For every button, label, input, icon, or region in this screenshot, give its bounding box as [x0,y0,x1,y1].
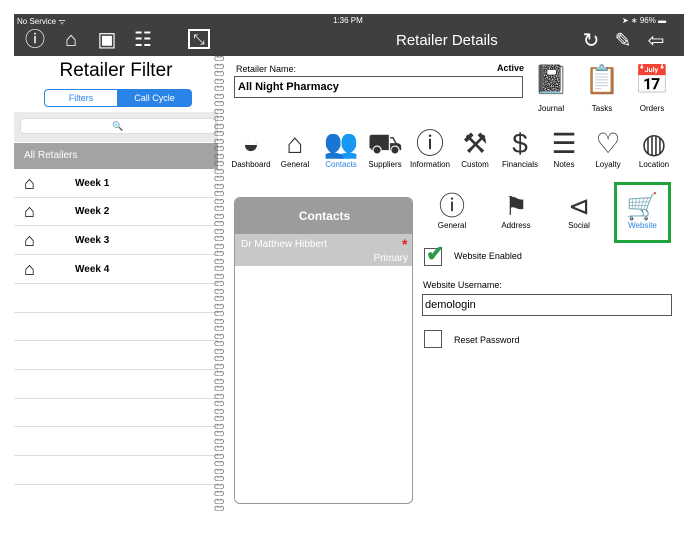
store-icon: ⌂ [24,201,35,221]
tab-address[interactable]: ⚑ Address [496,191,536,230]
tasks-button[interactable]: 📋 Tasks [583,64,621,113]
week-label: Week 1 [75,178,110,189]
page-title: Retailer Details [396,32,498,49]
info-icon[interactable]: ⓘ [22,29,48,53]
username-label: Website Username: [423,280,502,290]
tasks-icon: 📋 [584,64,620,95]
expand-icon[interactable]: ⤡ [188,29,210,49]
checkmark-icon: ✔ [426,241,445,266]
tile-notes[interactable]: ☰ Notes [544,128,584,169]
segment-call-cycle[interactable]: Call Cycle [117,89,192,107]
store-icon: ⌂ [24,259,35,279]
orders-button[interactable]: 📅 Orders [633,64,671,113]
contact-name: Dr Matthew Hibbert [241,239,328,250]
username-field[interactable]: demologin [422,294,672,316]
status-badge: Active [497,63,525,73]
journal-icon: 📓 [533,64,569,95]
store-icon: ⌂ [286,128,304,159]
divider [14,398,218,399]
tile-custom[interactable]: ⚒ Custom [454,128,496,169]
contact-row[interactable]: Dr Matthew Hibbert * Primary [235,234,412,266]
orders-icon: 📅 [634,64,670,95]
tab-social[interactable]: ⊲ Social [559,191,599,230]
signpost-icon: ⚑ [504,191,528,221]
list-item[interactable]: ⌂ Week 2 [14,198,218,226]
truck-icon: ⛟ [367,128,403,159]
filter-title: Retailer Filter [59,60,173,81]
heart-icon: ♡ [595,128,621,159]
contact-role: Primary [373,253,408,264]
contacts-panel: Contacts Dr Matthew Hibbert * Primary [234,197,413,504]
reset-password-checkbox[interactable] [424,330,442,348]
all-retailers-header[interactable]: All Retailers [14,143,218,169]
reset-password-label: Reset Password [454,335,520,345]
week-label: Week 2 [75,206,110,217]
carrier-status: No Service ᯤ [17,17,66,26]
required-marker: * [402,236,408,252]
storefront-icon[interactable]: ▣ [94,29,120,53]
battery-status: ➤ ∗ 96% ▬ [622,16,667,25]
contacts-icon: 👥 [323,128,359,159]
store-icon: ⌂ [24,230,35,250]
back-arrow-icon[interactable]: ⇦ [643,30,669,54]
divider [14,312,218,313]
gauge-icon: ◒ [242,128,260,159]
tile-information[interactable]: ⓘ Information [406,128,454,169]
contacts-title: Contacts [235,198,412,234]
store-icon[interactable]: ⌂ [58,29,84,53]
segment-filters[interactable]: Filters [44,89,118,107]
tab-website[interactable]: 🛒 Website [614,182,671,243]
divider [14,369,218,370]
website-enabled-checkbox[interactable]: ✔ [424,241,444,266]
share-icon: ⊲ [568,191,590,221]
retailer-name-field[interactable]: All Night Pharmacy [234,76,523,98]
tile-dashboard[interactable]: ◒ Dashboard [228,128,274,169]
tile-suppliers[interactable]: ⛟ Suppliers [364,128,406,169]
tile-loyalty[interactable]: ♡ Loyalty [586,128,630,169]
signboard-icon[interactable]: ☷ [130,29,156,53]
list-item[interactable]: ⌂ Week 1 [14,170,218,198]
divider [14,484,218,485]
website-enabled-label: Website Enabled [454,251,522,261]
refresh-device-icon[interactable]: ↻ [578,30,604,54]
pencil-icon[interactable]: ✎ [610,30,636,54]
tile-general[interactable]: ⌂ General [274,128,316,169]
list-item[interactable]: ⌂ Week 3 [14,227,218,255]
spiral-binding: ᕦᕤ ᕦᕤ ᕦᕤ ᕦᕤ ᕦᕤ ᕦᕤ ᕦᕤ ᕦᕤ ᕦᕤ ᕦᕤ ᕦᕤ ᕦᕤ ᕦᕤ ᕦᕤ ᕦᕤ ᕦᕤ ᕦᕤ ᕦᕤ ᕦᕤ ᕦᕤ… [214,56,225,511]
divider [14,426,218,427]
globe-icon: ◍ [641,128,667,159]
dollar-icon: $ [512,128,528,159]
cart-icon: 🛒 [626,191,659,221]
tile-location[interactable]: ◍ Location [632,128,676,169]
info-icon: ⓘ [415,128,444,159]
store-icon: ⌂ [24,173,35,193]
journal-button[interactable]: 📓 Journal [532,64,570,113]
tile-financials[interactable]: $ Financials [496,128,544,169]
notes-icon: ☰ [551,128,577,159]
list-item[interactable]: ⌂ Week 4 [14,256,218,284]
tab-general[interactable]: ⓘ General [432,191,472,230]
retailer-name-label: Retailer Name: [236,64,297,74]
week-label: Week 4 [75,264,110,275]
wrench-icon: ⚒ [462,128,488,159]
tile-contacts[interactable]: 👥 Contacts [318,128,364,169]
week-label: Week 3 [75,235,110,246]
info-icon: ⓘ [438,191,465,221]
search-input[interactable]: 🔍 [20,118,216,134]
divider [14,455,218,456]
divider [14,340,218,341]
clock: 1:36 PM [333,16,363,25]
